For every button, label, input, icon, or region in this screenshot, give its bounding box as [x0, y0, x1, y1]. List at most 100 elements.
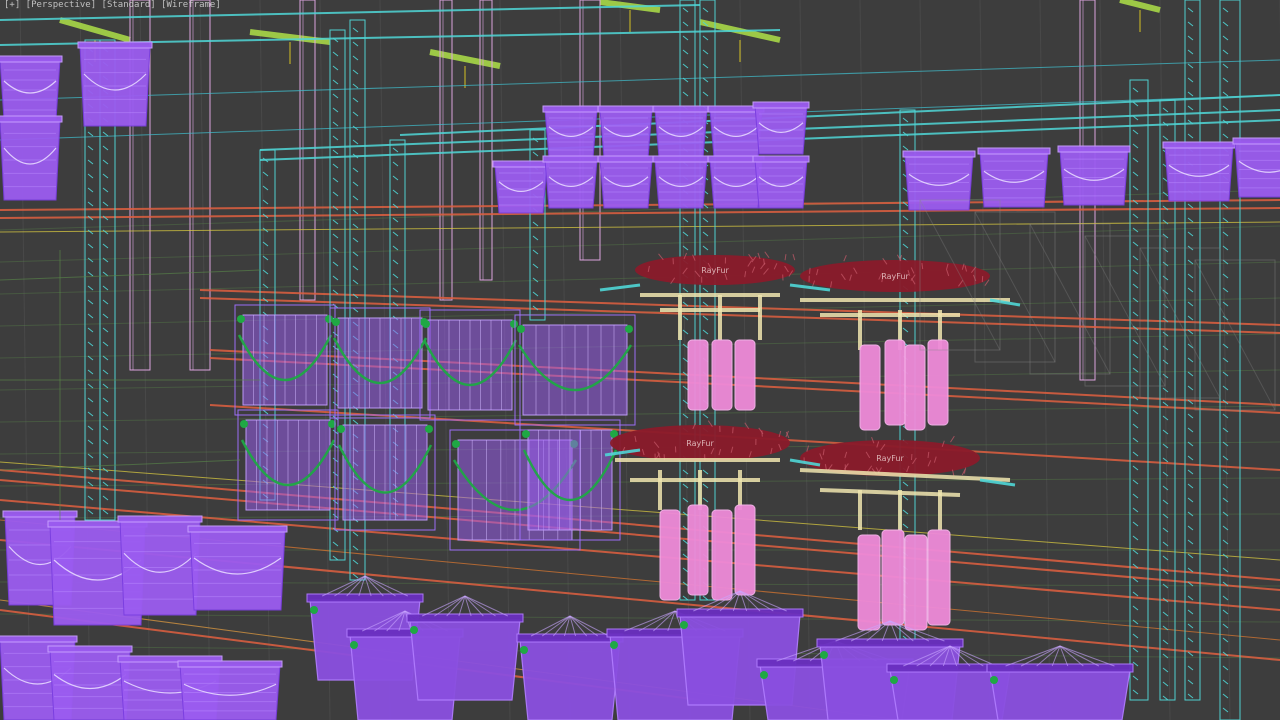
rack-perforation: [703, 330, 708, 334]
rack-perforation: [1223, 708, 1228, 712]
rack-perforation: [1188, 680, 1193, 684]
rack-perforation: [903, 244, 908, 248]
handle-knob: [610, 641, 618, 649]
rack-perforation: [1133, 480, 1138, 484]
rack-perforation: [1188, 596, 1193, 600]
rack-perforation: [88, 370, 93, 374]
rack-perforation: [103, 188, 108, 192]
rack-perforation: [263, 186, 268, 190]
bucket: [178, 661, 282, 720]
rack-perforation: [353, 42, 358, 46]
rack-perforation: [88, 202, 93, 206]
bucket-rim: [1058, 146, 1130, 152]
rack-perforation: [1188, 372, 1193, 376]
rack-perforation: [88, 496, 93, 500]
rack-upright: [1130, 80, 1148, 700]
rack-perforation: [103, 398, 108, 402]
rack-perforation: [393, 260, 398, 264]
bucket-rim: [1233, 138, 1280, 144]
handle-knob: [332, 318, 340, 326]
wireframe-scene[interactable]: RayFur RayFur RayFur RayFur: [0, 0, 1280, 720]
rack-perforation: [353, 420, 358, 424]
viewport-label[interactable]: [+] [Perspective] [Standard] [Wireframe]: [4, 0, 221, 10]
rack-perforation: [353, 238, 358, 242]
wire-box-diag: [1030, 224, 1110, 374]
rack-perforation: [353, 196, 358, 200]
bucket: [188, 526, 287, 610]
rack-perforation: [533, 292, 538, 296]
rack-perforation: [1133, 270, 1138, 274]
rack-perforation: [88, 300, 93, 304]
crate: [515, 315, 635, 425]
rack-perforation: [393, 288, 398, 292]
rack-perforation: [1188, 50, 1193, 54]
guide-line: [0, 226, 1280, 262]
rack-perforation: [393, 274, 398, 278]
rack-perforation: [88, 314, 93, 318]
rack-perforation: [683, 92, 688, 96]
rack-perforation: [683, 36, 688, 40]
rack-perforation: [1163, 682, 1168, 686]
rack-perforation: [88, 272, 93, 276]
rack-perforation: [703, 498, 708, 502]
rack-perforation: [88, 188, 93, 192]
wire-box-diag: [1085, 236, 1165, 386]
rack-perforation: [103, 314, 108, 318]
hanging-bag: [928, 530, 950, 625]
rack-perforation: [393, 190, 398, 194]
handle-knob: [522, 430, 530, 438]
rack-perforation: [263, 200, 268, 204]
fur-strand: [810, 268, 811, 274]
rack-perforation: [1188, 456, 1193, 460]
handle-knob: [410, 626, 418, 634]
rack-perforation: [393, 176, 398, 180]
bin-lid-wire: [624, 611, 675, 631]
rack-perforation: [88, 440, 93, 444]
rack-perforation: [333, 262, 338, 266]
rack-perforation: [103, 440, 108, 444]
rack-perforation: [533, 236, 538, 240]
rack-perforation: [703, 36, 708, 40]
rack-perforation: [1188, 554, 1193, 558]
rack-perforation: [103, 244, 108, 248]
rack-perforation: [88, 412, 93, 416]
rack-perforation: [1188, 22, 1193, 26]
rack-perforation: [1163, 108, 1168, 112]
rack-perforation: [1163, 444, 1168, 448]
guide-line: [200, 0, 210, 720]
rack-perforation: [353, 308, 358, 312]
rack-perforation: [1223, 568, 1228, 572]
fur-strand: [950, 436, 954, 442]
rack-perforation: [1188, 316, 1193, 320]
rack-perforation: [1133, 354, 1138, 358]
bucket-rim: [753, 156, 809, 162]
rack-perforation: [1188, 694, 1193, 698]
bin-lid-wire: [422, 596, 465, 616]
bin-body: [410, 620, 520, 700]
crate: [420, 310, 520, 420]
crate: [520, 420, 620, 540]
rack-perforation: [1133, 634, 1138, 638]
3d-viewport[interactable]: RayFur RayFur RayFur RayFur [+] [Perspectiv…: [0, 0, 1280, 720]
rack-perforation: [353, 98, 358, 102]
rack-perforation: [1188, 428, 1193, 432]
rack-perforation: [1133, 312, 1138, 316]
rack-perforation: [353, 112, 358, 116]
bucket: [598, 156, 654, 208]
rack-perforation: [103, 510, 108, 514]
handle-knob: [625, 325, 633, 333]
rack-perforation: [1133, 494, 1138, 498]
rack-perforation: [703, 232, 708, 236]
rack-perforation: [103, 370, 108, 374]
rack-perforation: [333, 52, 338, 56]
rack-perforation: [353, 532, 358, 536]
rack-perforation: [1163, 696, 1168, 700]
bucket: [543, 106, 599, 158]
handle-knob: [890, 676, 898, 684]
rack-perforation: [353, 224, 358, 228]
rack-perforation: [1223, 36, 1228, 40]
rack-perforation: [1188, 134, 1193, 138]
bucket: [653, 106, 709, 158]
storage-bin: [407, 596, 523, 700]
rack-perforation: [103, 174, 108, 178]
